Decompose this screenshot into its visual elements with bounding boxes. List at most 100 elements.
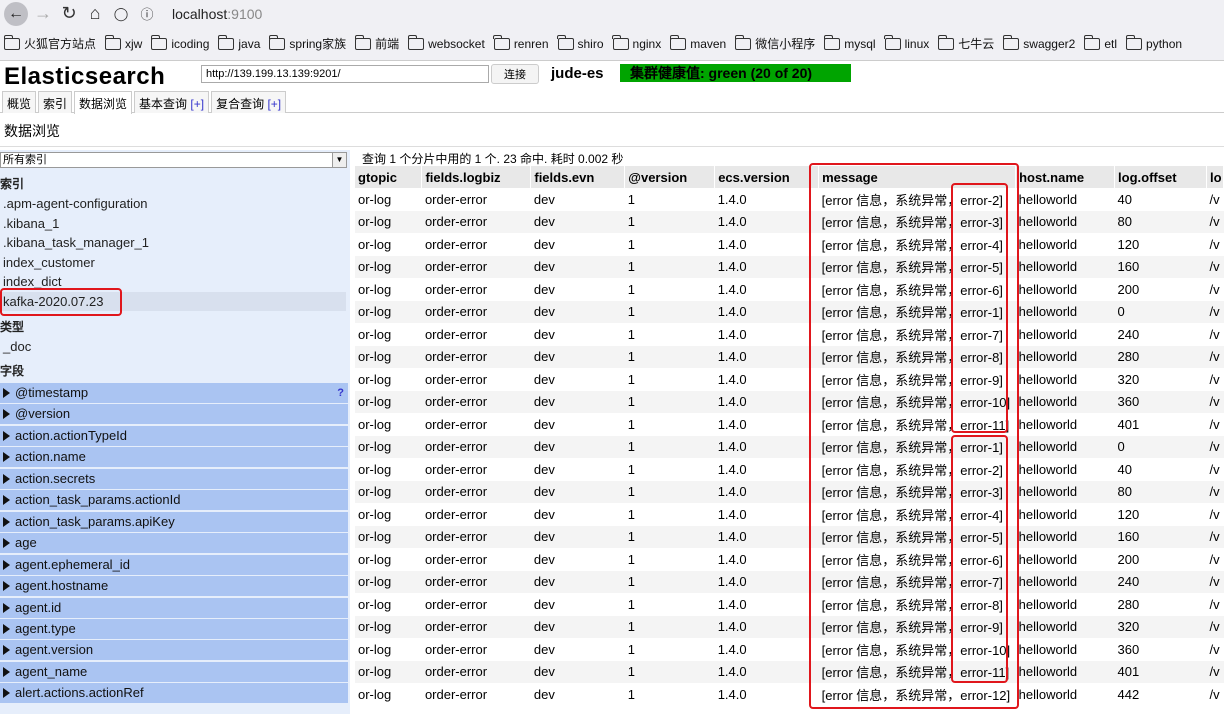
expand-triangle-icon[interactable] xyxy=(3,602,10,613)
index-item[interactable]: .kibana_task_manager_1 xyxy=(0,233,346,252)
bookmark-item[interactable]: swagger2 xyxy=(1002,34,1075,51)
index-item[interactable]: .kibana_1 xyxy=(0,214,346,233)
back-icon[interactable]: ← xyxy=(4,1,28,26)
table-row[interactable]: or-log order-error dev 1 1.4.0 [error 信息，系统异常… xyxy=(355,323,1224,346)
bookmark-item[interactable]: java xyxy=(217,34,260,51)
column-header[interactable]: fields.logbiz xyxy=(421,166,532,188)
tab-data-browser[interactable]: 数据浏览 xyxy=(74,91,133,114)
expand-triangle-icon[interactable] xyxy=(3,473,10,484)
field-item[interactable]: agent.type xyxy=(0,618,348,639)
expand-triangle-icon[interactable] xyxy=(3,388,10,398)
table-row[interactable]: or-log order-error dev 1 1.4.0 [error 信息，系统异常… xyxy=(355,570,1224,593)
column-header[interactable]: host.name xyxy=(1015,166,1116,188)
reload-icon[interactable]: ↻ xyxy=(58,3,80,25)
table-row[interactable]: or-log order-error dev 1 1.4.0 [error 信息，系统异常… xyxy=(355,390,1224,413)
column-header[interactable]: @version xyxy=(624,166,716,188)
bookmark-item[interactable]: 前端 xyxy=(354,34,399,52)
column-header[interactable]: lo xyxy=(1206,166,1224,188)
bookmark-item[interactable]: 微信小程序 xyxy=(734,34,815,52)
connection-url-input[interactable] xyxy=(201,65,489,83)
table-row[interactable]: or-log order-error dev 1 1.4.0 [error 信息，系统异常… xyxy=(355,638,1224,661)
bookmark-item[interactable]: spring家族 xyxy=(268,34,346,52)
home-icon[interactable]: ⌂ xyxy=(84,3,106,25)
expand-triangle-icon[interactable] xyxy=(3,623,10,634)
index-item[interactable]: .apm-agent-configuration xyxy=(0,194,346,213)
add-basic-query-icon[interactable]: [+] xyxy=(190,97,204,111)
add-compound-query-icon[interactable]: [+] xyxy=(267,97,281,111)
bookmark-item[interactable]: etl xyxy=(1083,34,1117,51)
table-row[interactable]: or-log order-error dev 1 1.4.0 [error 信息，系统异常… xyxy=(355,480,1224,503)
table-row[interactable]: or-log order-error dev 1 1.4.0 [error 信息，系统异常… xyxy=(355,660,1224,683)
forward-icon[interactable]: → xyxy=(32,3,54,25)
bookmark-item[interactable]: icoding xyxy=(150,34,209,51)
bookmark-item[interactable]: maven xyxy=(669,34,726,51)
bookmark-item[interactable]: websocket xyxy=(407,34,485,51)
bookmark-item[interactable]: 火狐官方站点 xyxy=(3,34,96,52)
table-row[interactable]: or-log order-error dev 1 1.4.0 [error 信息，系统异常… xyxy=(355,210,1224,233)
table-row[interactable]: or-log order-error dev 1 1.4.0 [error 信息，系统异常… xyxy=(355,503,1224,526)
expand-triangle-icon[interactable] xyxy=(3,559,10,570)
expand-triangle-icon[interactable] xyxy=(3,688,10,699)
table-row[interactable]: or-log order-error dev 1 1.4.0 [error 信息，系统异常… xyxy=(355,233,1224,256)
field-item[interactable]: action_task_params.apiKey xyxy=(0,511,348,532)
table-row[interactable]: or-log order-error dev 1 1.4.0 [error 信息，系统异常… xyxy=(355,188,1224,211)
field-item[interactable]: action.name xyxy=(0,447,348,468)
field-item[interactable]: @timestamp? xyxy=(0,383,348,403)
address-bar[interactable]: localhost:9100 xyxy=(172,6,262,22)
column-header[interactable]: fields.evn xyxy=(530,166,626,188)
table-row[interactable]: or-log order-error dev 1 1.4.0 [error 信息，系统异常… xyxy=(355,458,1224,481)
expand-triangle-icon[interactable] xyxy=(3,645,10,656)
bookmark-item[interactable]: xjw xyxy=(104,34,142,51)
bookmark-item[interactable]: renren xyxy=(493,34,549,51)
table-row[interactable]: or-log order-error dev 1 1.4.0 [error 信息，系统异常… xyxy=(355,548,1224,571)
expand-triangle-icon[interactable] xyxy=(3,538,10,549)
column-header[interactable]: log.offset xyxy=(1114,166,1207,188)
table-row[interactable]: or-log order-error dev 1 1.4.0 [error 信息，系统异常… xyxy=(355,615,1224,638)
field-item[interactable]: alert.actions.actionRef xyxy=(0,683,348,704)
index-select[interactable]: 所有索引 ▼ xyxy=(0,152,347,168)
connect-button[interactable]: 连接 xyxy=(491,64,539,84)
table-row[interactable]: or-log order-error dev 1 1.4.0 [error 信息，系统异常… xyxy=(355,255,1224,278)
field-item[interactable]: action_task_params.actionId xyxy=(0,490,348,511)
index-item[interactable]: index_customer xyxy=(0,253,346,272)
tab-basic-query[interactable]: 基本查询 [+] xyxy=(134,91,210,113)
bookmark-item[interactable]: mysql xyxy=(823,34,876,51)
expand-triangle-icon[interactable] xyxy=(3,516,10,527)
column-header[interactable]: gtopic xyxy=(355,166,423,188)
expand-triangle-icon[interactable] xyxy=(3,495,10,506)
column-header[interactable]: ecs.version xyxy=(714,166,820,188)
bookmark-item[interactable]: shiro xyxy=(557,34,604,51)
field-item[interactable]: agent_name xyxy=(0,661,348,682)
table-row[interactable]: or-log order-error dev 1 1.4.0 [error 信息，系统异常… xyxy=(355,300,1224,323)
type-item[interactable]: _doc xyxy=(0,337,346,356)
field-item[interactable]: agent.hostname xyxy=(0,576,348,597)
bookmark-item[interactable]: 七牛云 xyxy=(937,34,994,52)
table-row[interactable]: or-log order-error dev 1 1.4.0 [error 信息，系统异常… xyxy=(355,278,1224,301)
field-item[interactable]: age xyxy=(0,533,348,554)
expand-triangle-icon[interactable] xyxy=(3,409,10,420)
expand-triangle-icon[interactable] xyxy=(3,430,10,441)
tab-indices[interactable]: 索引 xyxy=(38,91,73,113)
tab-overview[interactable]: 概览 xyxy=(2,91,37,113)
bookmark-item[interactable]: nginx xyxy=(612,34,661,51)
field-item[interactable]: agent.ephemeral_id xyxy=(0,554,348,575)
field-item[interactable]: action.secrets xyxy=(0,468,348,489)
table-row[interactable]: or-log order-error dev 1 1.4.0 [error 信息，系统异常… xyxy=(355,683,1224,706)
field-item[interactable]: @version xyxy=(0,404,348,425)
bookmark-item[interactable]: linux xyxy=(884,34,929,51)
expand-triangle-icon[interactable] xyxy=(3,452,10,463)
field-item[interactable]: agent.version xyxy=(0,640,348,661)
chevron-down-icon[interactable]: ▼ xyxy=(332,153,346,167)
expand-triangle-icon[interactable] xyxy=(3,666,10,677)
table-row[interactable]: or-log order-error dev 1 1.4.0 [error 信息，系统异常… xyxy=(355,368,1224,391)
expand-triangle-icon[interactable] xyxy=(3,581,10,592)
table-row[interactable]: or-log order-error dev 1 1.4.0 [error 信息，系统异常… xyxy=(355,525,1224,548)
bookmark-item[interactable]: python xyxy=(1125,34,1182,51)
table-row[interactable]: or-log order-error dev 1 1.4.0 [error 信息，系统异常… xyxy=(355,413,1224,436)
table-row[interactable]: or-log order-error dev 1 1.4.0 [error 信息，系统异常… xyxy=(355,345,1224,368)
table-row[interactable]: or-log order-error dev 1 1.4.0 [error 信息，系统异常… xyxy=(355,593,1224,616)
info-icon[interactable]: ⓘ xyxy=(136,3,158,25)
field-item[interactable]: agent.id xyxy=(0,597,348,618)
help-icon[interactable]: ? xyxy=(337,383,344,403)
field-item[interactable]: action.actionTypeId xyxy=(0,425,348,446)
